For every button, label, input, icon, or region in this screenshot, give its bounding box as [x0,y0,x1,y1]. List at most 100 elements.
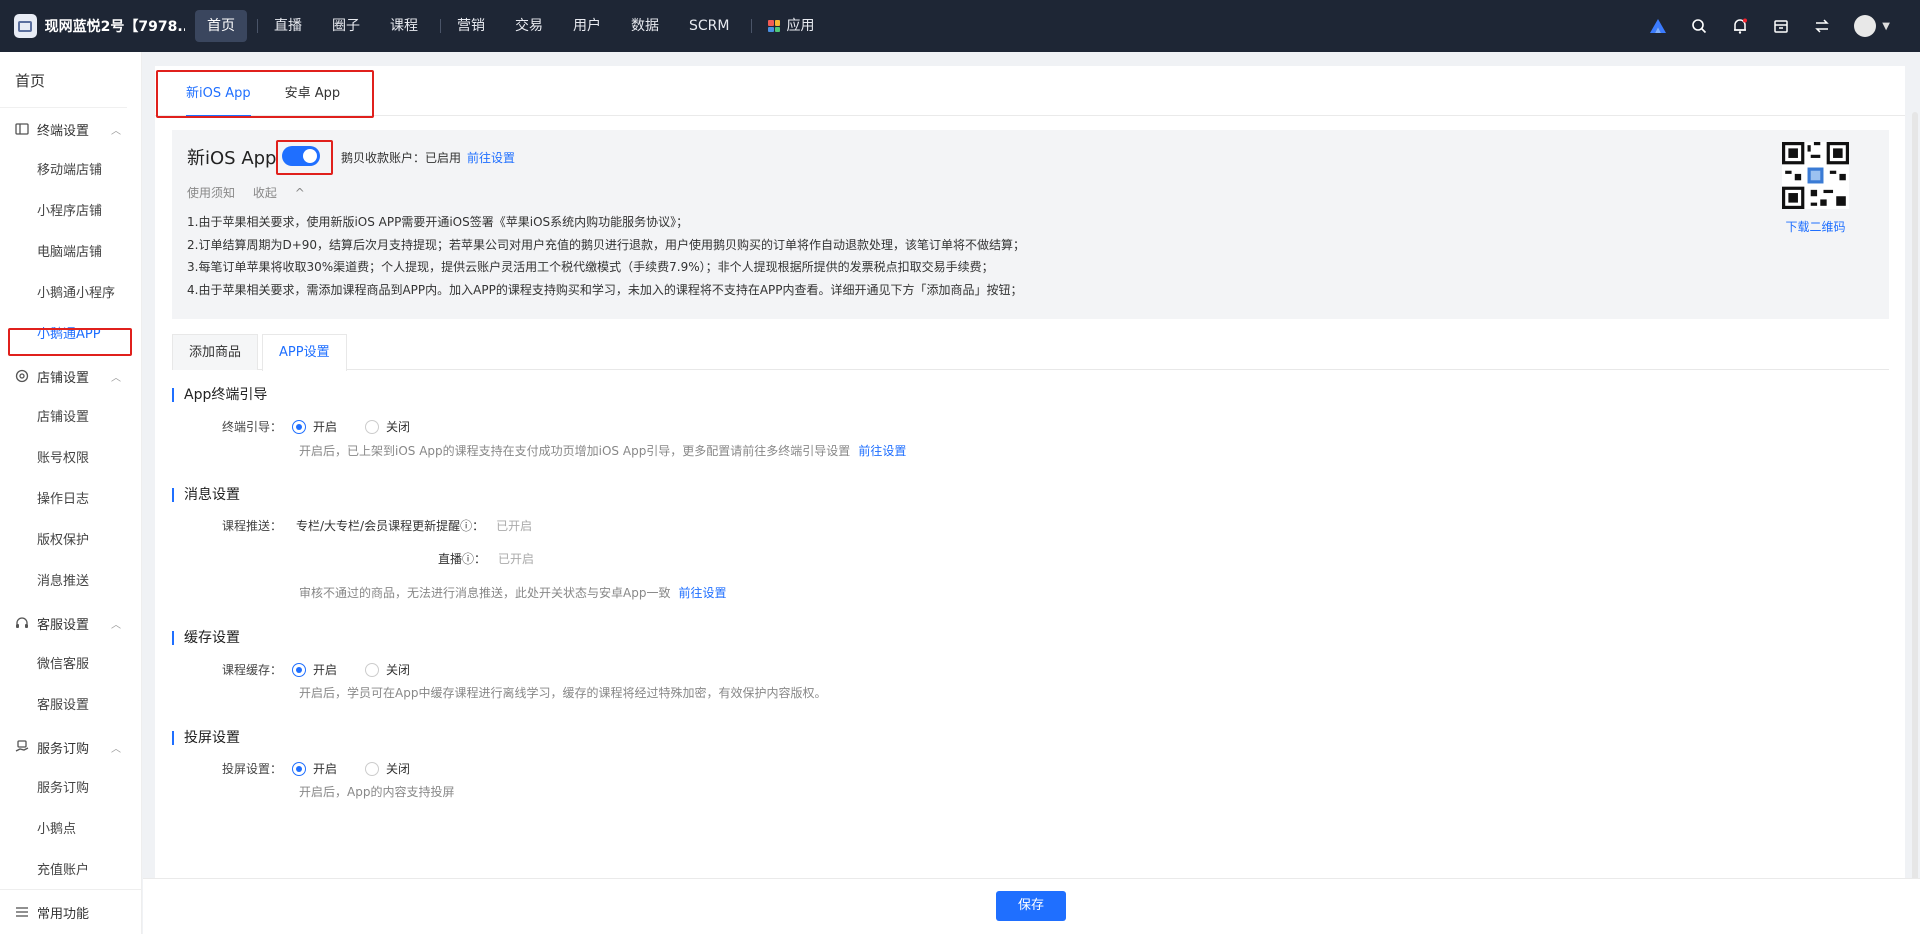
tab-app-settings[interactable]: APP设置 [262,334,347,371]
app-enable-toggle[interactable] [282,146,320,166]
notice-header: 使用须知 收起 ^ [187,184,333,201]
sidebar-item-copyright[interactable]: 版权保护 [0,520,141,561]
nav-scrm[interactable]: SCRM [677,10,741,42]
cast-radio-on[interactable]: 开启 [292,760,337,777]
sidebar-item-operation-log[interactable]: 操作日志 [0,479,141,520]
nav-marketing[interactable]: 营销 [445,10,497,42]
sidebar-item-pc-store[interactable]: 电脑端店铺 [0,232,141,273]
sidebar-item-xet-app[interactable]: 小鹅通APP [0,314,141,355]
nav-apps-label: 应用 [786,18,815,34]
radio-label: 关闭 [386,420,411,434]
notice-label: 使用须知 [187,186,236,200]
nav-trade[interactable]: 交易 [503,10,555,42]
download-qr-link[interactable]: 下载二维码 [1782,218,1849,235]
terminal-guide-row: 终端引导： 开启 关闭 [222,418,438,435]
sidebar-item-message-push[interactable]: 消息推送 [0,561,141,602]
search-icon[interactable] [1689,16,1709,36]
sidebar-group-store[interactable]: 店铺设置 ︿ [0,355,141,397]
nav-data[interactable]: 数据 [619,10,671,42]
chevron-up-icon: ^ [294,186,305,200]
sidebar-item-recharge[interactable]: 充值账户 [0,850,141,891]
field-label: 终端引导： [222,420,283,434]
headset-icon [16,617,28,628]
chevron-up-icon: ︿ [111,743,122,755]
radio-dot [365,419,380,434]
save-button[interactable]: 保存 [996,891,1066,921]
shop-switcher[interactable]: 现网蓝悦2号【7978... [0,14,185,38]
collapse-toggle[interactable]: 收起 ^ [253,186,319,200]
nav-users[interactable]: 用户 [561,10,613,42]
sidebar-item-xet-miniprogram[interactable]: 小鹅通小程序 [0,273,141,314]
sidebar: 首页 终端设置 ︿ 移动端店铺 小程序店铺 电脑端店铺 小鹅通小程序 小鹅通AP… [0,52,142,934]
guide-radio-off[interactable]: 关闭 [365,418,410,435]
nav-divider [440,19,441,33]
notice-line: 3.每笔订单苹果将收取30%渠道费；个人提现，提供云账户灵活用工个税代缴模式（手… [187,260,994,274]
cache-desc: 开启后，学员可在App中缓存课程进行离线学习，缓存的课程将经过特殊加密，有效保护… [299,686,827,700]
course-push-row: 课程推送： 专栏/大专栏/会员课程更新提醒ⓘ： 已开启 [222,517,532,534]
sidebar-group-terminal[interactable]: 终端设置 ︿ [0,108,141,150]
account-settings-link[interactable]: 前往设置 [467,151,515,165]
push-item-status: 已开启 [498,552,535,566]
cache-radio-off[interactable]: 关闭 [365,661,410,678]
radio-label: 开启 [313,762,338,776]
push-item-label: 直播ⓘ： [438,552,487,566]
common-functions-label: 常用功能 [37,906,90,922]
nav-live[interactable]: 直播 [262,10,314,42]
brand-a-icon[interactable] [1648,16,1668,36]
section-cache: 缓存设置 [172,631,240,645]
sidebar-group-label: 终端设置 [37,123,90,139]
hand-service-icon [15,740,29,752]
nav-course[interactable]: 课程 [378,10,430,42]
sidebar-item-wechat-service[interactable]: 微信客服 [0,644,141,685]
sidebar-group-label: 服务订购 [37,741,90,757]
gear-icon [15,369,29,383]
bell-icon[interactable] [1730,16,1750,36]
radio-label: 关闭 [386,762,411,776]
sidebar-group-service[interactable]: 客服设置 ︿ [0,602,141,644]
message-settings-link[interactable]: 前往设置 [678,586,726,600]
sidebar-item-account-permissions[interactable]: 账号权限 [0,438,141,479]
cast-row: 投屏设置： 开启 关闭 [222,760,438,777]
radio-dot [292,662,307,677]
tab-android-app[interactable]: 安卓 App [271,66,355,116]
guide-radio-on[interactable]: 开启 [292,418,337,435]
list-icon [16,907,28,917]
nav-circle[interactable]: 圈子 [320,10,372,42]
sidebar-item-mobile-store[interactable]: 移动端店铺 [0,150,141,191]
common-functions[interactable]: 常用功能 [0,889,141,934]
radio-label: 开启 [313,663,338,677]
sidebar-item-service-settings[interactable]: 客服设置 [0,685,141,726]
notice-line: 1.由于苹果相关要求，使用新版iOS APP需要开通iOS签署《苹果iOS系统内… [187,215,689,229]
sidebar-item-store-settings[interactable]: 店铺设置 [0,397,141,438]
field-label: 课程推送： [222,519,283,533]
sidebar-item-miniprogram-store[interactable]: 小程序店铺 [0,191,141,232]
shop-logo-icon [14,14,37,38]
section-message: 消息设置 [172,488,240,502]
terminal-settings-icon [15,123,29,135]
guide-settings-link[interactable]: 前往设置 [858,444,906,458]
sidebar-group-subscription[interactable]: 服务订购 ︿ [0,726,141,768]
section-title: 缓存设置 [172,631,240,645]
nav-home[interactable]: 首页 [195,10,247,42]
nav-apps[interactable]: 应用 [756,10,826,42]
chevron-up-icon: ︿ [111,619,122,631]
section-cast: 投屏设置 [172,731,240,745]
nav-divider [257,19,258,33]
user-avatar[interactable] [1854,15,1877,37]
tab-new-ios-app[interactable]: 新iOS App [172,66,265,117]
cast-radio-off[interactable]: 关闭 [365,760,410,777]
sidebar-home[interactable]: 首页 [0,52,127,108]
tab-add-products[interactable]: 添加商品 [172,334,259,370]
switch-icon[interactable] [1812,16,1832,36]
chevron-up-icon: ︿ [111,125,122,137]
cache-radio-on[interactable]: 开启 [292,661,337,678]
desc-text: 审核不通过的商品，无法进行消息推送，此处开关状态与安卓App一致 [299,586,671,600]
sidebar-item-service-order[interactable]: 服务订购 [0,768,141,809]
sidebar-item-xiaoe-points[interactable]: 小鹅点 [0,809,141,850]
terminal-guide-desc: 开启后，已上架到iOS App的课程支持在支付成功页增加iOS App引导，更多… [299,442,906,459]
content-panel: 新iOS App 安卓 App 新iOS App 鹅贝收款账户：已启用 前往设置 … [155,66,1905,934]
store-icon[interactable] [1771,16,1791,36]
top-bar: 现网蓝悦2号【7978... 首页 直播 圈子 课程 营销 交易 用户 数据 S… [0,0,1920,52]
scrollbar[interactable] [1912,112,1918,932]
chevron-down-icon[interactable]: ▼ [1882,21,1890,32]
